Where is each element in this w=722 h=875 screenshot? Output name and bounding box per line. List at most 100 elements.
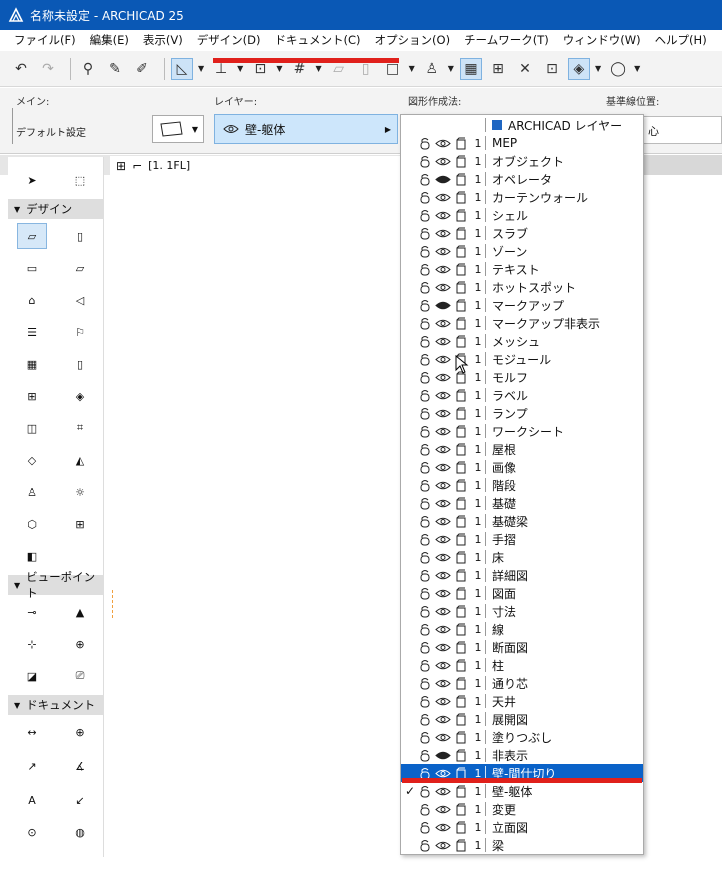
menu-teamwork[interactable]: チームワーク(T) [464,32,549,48]
eye-icon[interactable] [435,297,451,313]
lock-icon[interactable] [417,207,433,223]
dimension-tool[interactable]: ↔ [8,717,56,747]
chevron-down-icon[interactable]: ▼ [315,64,321,73]
wireframe-icon[interactable] [453,711,469,727]
layer-item[interactable]: 1 モルフ [401,368,643,386]
syringe-icon[interactable]: ✐ [131,58,153,80]
layer-item[interactable]: 1 階段 [401,476,643,494]
zone-tool[interactable]: ⌗ [56,413,104,443]
lock-icon[interactable] [417,297,433,313]
eye-icon[interactable] [435,819,451,835]
eye-icon[interactable] [435,531,451,547]
lock-icon[interactable] [417,603,433,619]
default-settings-label[interactable]: デフォルト設定 [16,124,86,139]
lock-icon[interactable] [417,549,433,565]
eye-icon[interactable] [435,135,451,151]
object-tool[interactable]: ♙ [8,477,56,507]
mesh-tool[interactable]: ◇ [8,445,56,475]
eye-icon[interactable] [435,315,451,331]
layer-dropdown[interactable]: 壁-躯体 ▶ [214,114,398,144]
eye-icon[interactable] [435,495,451,511]
roof-tool[interactable]: ⌂ [8,285,56,315]
layer-item[interactable]: 1床 [401,548,643,566]
layer-item[interactable]: 1 ゾーン [401,242,643,260]
wireframe-icon[interactable] [453,549,469,565]
chevron-down-icon[interactable]: ▼ [448,64,454,73]
lock-icon[interactable] [417,693,433,709]
eye-icon[interactable] [435,837,451,853]
curtain-wall-tool[interactable]: ▦ [8,349,56,379]
eye-icon[interactable] [435,171,451,187]
eye-icon[interactable] [435,441,451,457]
undo-icon[interactable]: ↶ [10,58,32,80]
lock-icon[interactable] [417,531,433,547]
eye-icon[interactable] [435,513,451,529]
wall-tool[interactable]: ▱ [8,221,56,251]
layer-item[interactable]: 1 通り芯 [401,674,643,692]
wireframe-icon[interactable] [453,585,469,601]
layer-item[interactable]: 1 図面 [401,584,643,602]
lock-icon[interactable] [417,369,433,385]
eye-icon[interactable] [435,153,451,169]
arrow-tool[interactable]: ➤ [8,165,56,195]
layer-item[interactable]: 1 マークアップ非表示 [401,314,643,332]
menu-edit[interactable]: 編集(E) [90,32,129,48]
eye-icon[interactable] [435,567,451,583]
lock-icon[interactable] [417,279,433,295]
wireframe-icon[interactable] [453,783,469,799]
lock-icon[interactable] [417,459,433,475]
wireframe-icon[interactable] [453,243,469,259]
wireframe-icon[interactable] [453,837,469,853]
lamp-tool[interactable]: ☼ [56,477,104,507]
menu-view[interactable]: 表示(V) [143,32,183,48]
layer-item[interactable]: 1 テキスト [401,260,643,278]
chevron-down-icon[interactable]: ▼ [595,64,601,73]
figure-icon[interactable]: ♙ [421,58,443,80]
wireframe-icon[interactable] [453,747,469,763]
wireframe-icon[interactable] [453,225,469,241]
wireframe-icon[interactable] [453,297,469,313]
menu-window[interactable]: ウィンドウ(W) [563,32,641,48]
menu-design[interactable]: デザイン(D) [197,32,261,48]
level-dimension-tool[interactable]: ⊕ [56,717,104,747]
layer-item[interactable]: 1 塗りつぶし [401,728,643,746]
wireframe-icon[interactable] [453,693,469,709]
lock-icon[interactable] [417,585,433,601]
lock-icon[interactable] [417,405,433,421]
column-tool[interactable]: ▯ [56,221,104,251]
find-select-icon[interactable]: ⚲ [77,58,99,80]
wireframe-icon[interactable] [453,621,469,637]
panel-tool[interactable]: ◧ [8,541,56,571]
eye-icon[interactable] [435,639,451,655]
eye-icon[interactable] [435,279,451,295]
eye-icon[interactable] [435,747,451,763]
layer-item[interactable]: 1線 [401,620,643,638]
slab-tool[interactable]: ▱ [56,253,104,283]
opening-tool[interactable]: ◫ [8,413,56,443]
shape-icon[interactable]: ◯ [607,58,629,80]
lock-icon[interactable] [417,495,433,511]
angle-dimension-tool[interactable]: ∡ [56,751,104,781]
layer-item[interactable]: 1 断面図 [401,638,643,656]
layer-item[interactable]: 1 天井 [401,692,643,710]
menu-help[interactable]: ヘルプ(H) [655,32,707,48]
eye-icon[interactable] [435,261,451,277]
lock-icon[interactable] [417,243,433,259]
lock-icon[interactable] [417,675,433,691]
wireframe-icon[interactable] [453,495,469,511]
eye-icon[interactable] [435,423,451,439]
lock-icon[interactable] [417,189,433,205]
lock-icon[interactable] [417,711,433,727]
eye-icon[interactable] [435,189,451,205]
layer-item[interactable]: 1 立面図 [401,818,643,836]
marquee-tool[interactable]: ⬚ [56,165,104,195]
eye-icon[interactable] [435,693,451,709]
dimension-icon[interactable]: ⊞ [487,58,509,80]
x-icon[interactable]: ✕ [514,58,536,80]
wireframe-icon[interactable] [453,423,469,439]
layer-item[interactable]: 1 ラベル [401,386,643,404]
eye-icon[interactable] [435,207,451,223]
wireframe-icon[interactable] [453,171,469,187]
lock-icon[interactable] [417,783,433,799]
eye-icon[interactable] [435,729,451,745]
